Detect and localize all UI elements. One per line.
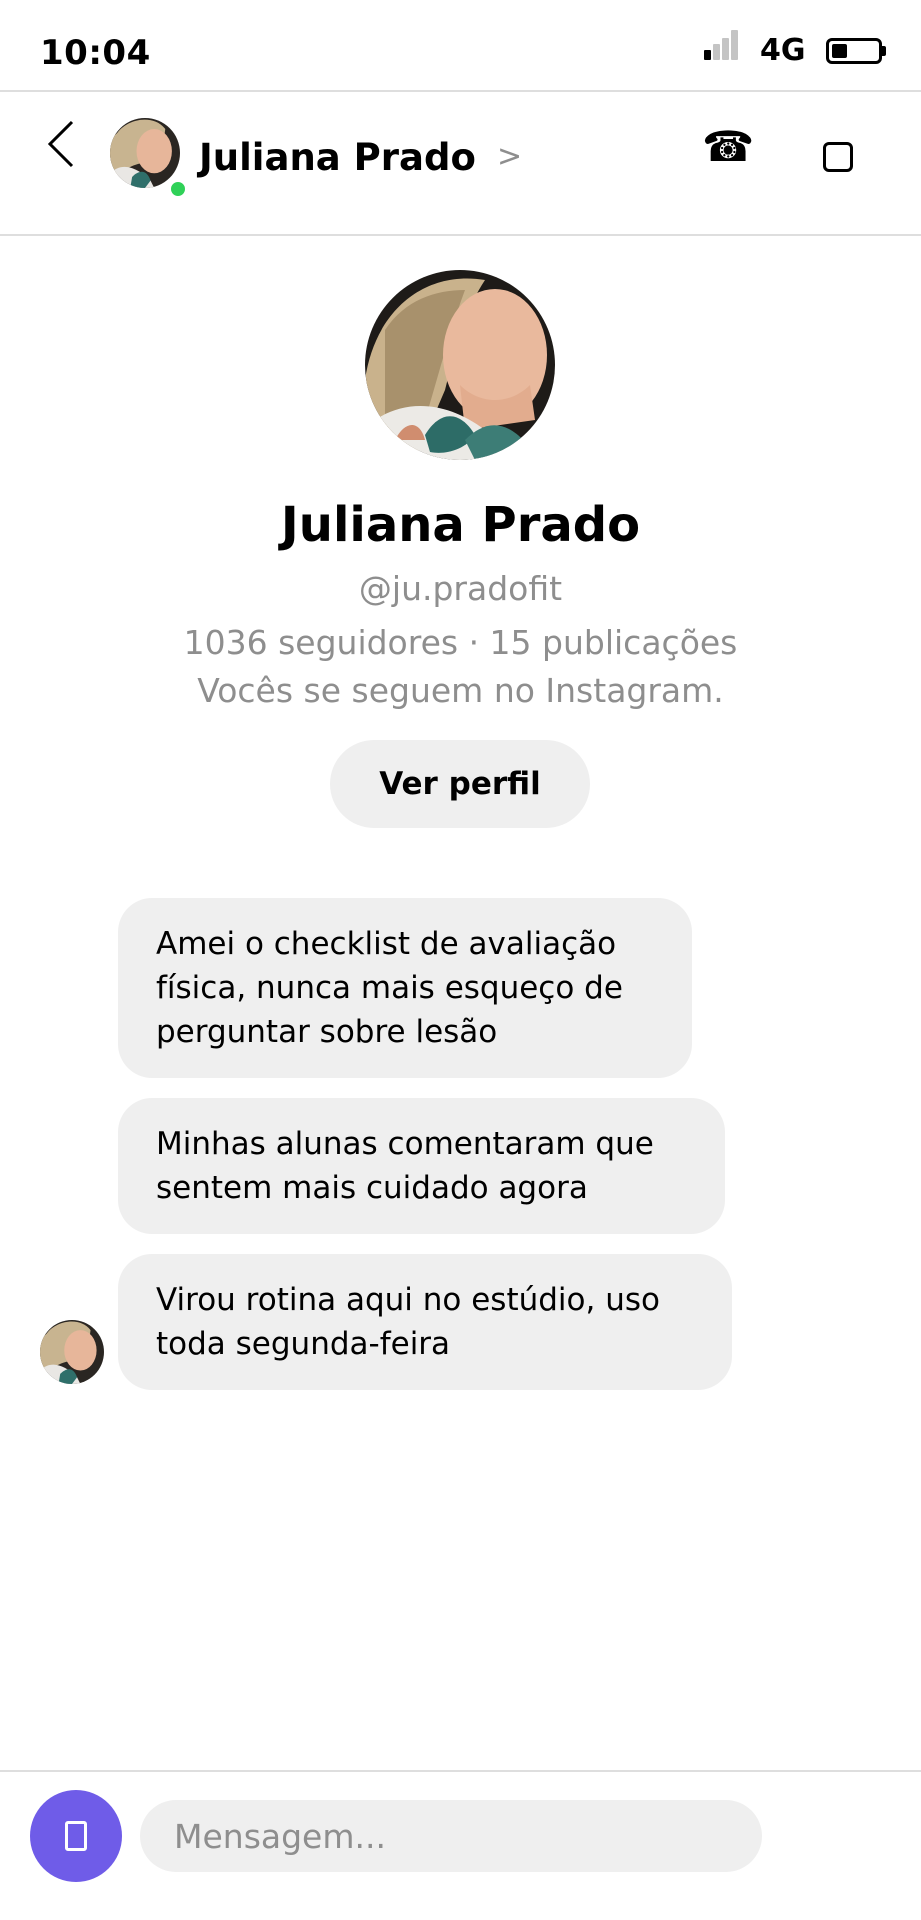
mutual-follow-note: Vocês se seguem no Instagram. — [197, 671, 724, 710]
battery-level — [832, 44, 847, 58]
dm-screen: 10:04 4G Juliana Prado > ☎ Juliana Prado… — [0, 0, 921, 1920]
profile-name: Juliana Prado — [280, 497, 641, 553]
chat-header: Juliana Prado > ☎ — [0, 92, 921, 234]
camera-button[interactable] — [30, 1790, 122, 1882]
signal-icon — [704, 30, 740, 60]
avatar[interactable] — [110, 118, 180, 188]
video-icon[interactable] — [823, 142, 853, 172]
view-profile-button[interactable]: Ver perfil — [330, 740, 590, 828]
profile-stats: 1036 seguidores · 15 publicações — [183, 623, 738, 662]
contact-name[interactable]: Juliana Prado — [199, 136, 476, 179]
status-bar: 10:04 4G — [0, 0, 921, 91]
profile-handle: @ju.pradofit — [358, 569, 563, 608]
chevron-right-icon: > — [497, 139, 523, 174]
call-button[interactable]: ☎ — [702, 126, 754, 168]
status-time: 10:04 — [40, 33, 151, 73]
battery-tip — [882, 46, 886, 56]
profile-avatar[interactable] — [365, 270, 555, 460]
message-bubble[interactable]: Minhas alunas comentaram que sentem mais… — [118, 1098, 725, 1234]
online-indicator — [169, 180, 187, 198]
composer-divider — [0, 1770, 921, 1772]
back-button[interactable] — [44, 116, 84, 172]
network-label: 4G — [760, 33, 806, 68]
message-input[interactable] — [140, 1800, 762, 1872]
message-bubble[interactable]: Virou rotina aqui no estúdio, uso toda s… — [118, 1254, 732, 1390]
battery-icon — [826, 38, 882, 64]
chevron-left-icon — [47, 120, 74, 168]
camera-icon — [65, 1821, 87, 1851]
message-avatar[interactable] — [40, 1320, 104, 1384]
message-bubble[interactable]: Amei o checklist de avaliação física, nu… — [118, 898, 692, 1078]
phone-icon: ☎ — [702, 122, 755, 171]
header-divider — [0, 234, 921, 236]
